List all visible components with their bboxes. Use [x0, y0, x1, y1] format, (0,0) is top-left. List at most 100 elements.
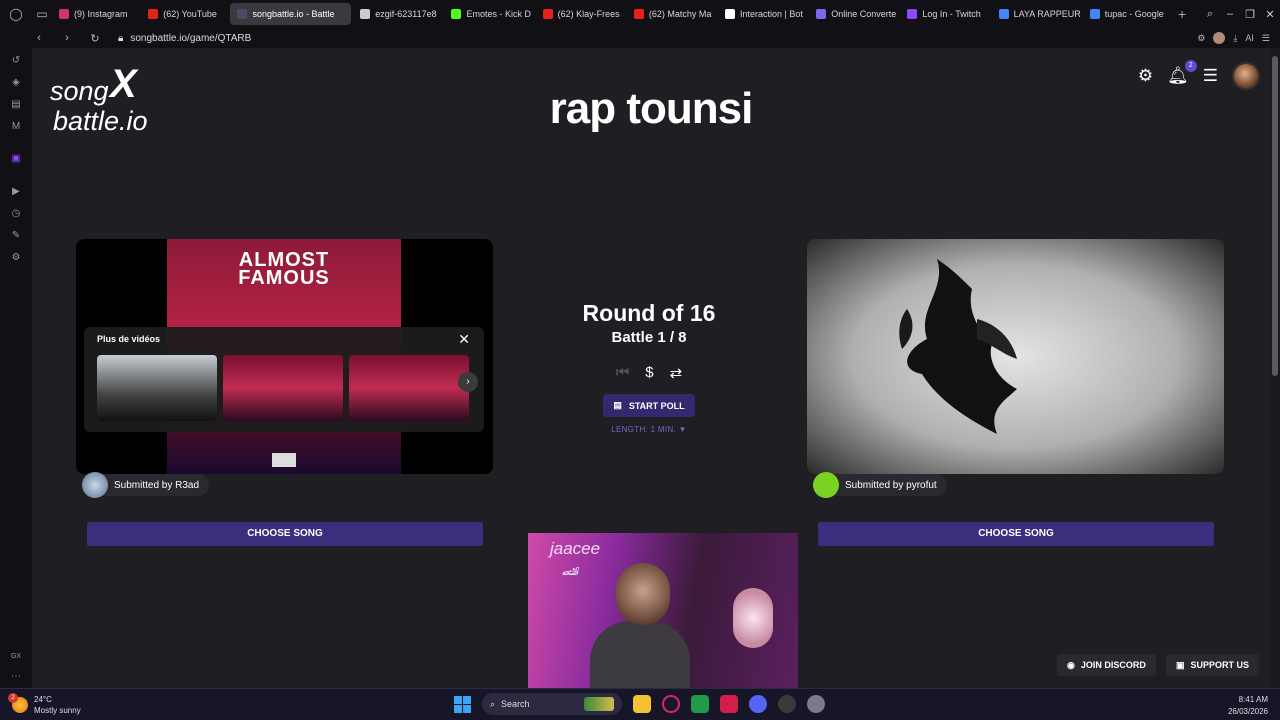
choose-right-song-button[interactable]: CHOOSE SONG [818, 522, 1214, 546]
search-tabs-icon[interactable]: ⌕ [1200, 8, 1220, 21]
submitter-text: Submitted by R3ad [114, 479, 200, 491]
address-bar: ‹ › ↻ 🔒︎ songbattle.io/game/QTARB ⚙︎ ⤓ A… [0, 28, 1280, 48]
menu-icon[interactable]: ☰ [1203, 66, 1218, 86]
app-icon[interactable] [807, 695, 825, 713]
webcam-name: jaacee [550, 539, 601, 558]
page-scrollbar[interactable] [1270, 48, 1280, 688]
right-video-player[interactable] [807, 239, 1224, 474]
browser-tab[interactable]: tupac - Google [1083, 3, 1172, 25]
browser-tab[interactable]: (9) Instagram [52, 3, 139, 25]
join-discord-button[interactable]: ◉ JOIN DISCORD [1057, 654, 1156, 676]
browser-tab[interactable]: (62) Klay-Frees [536, 3, 625, 25]
tab-menu-icon[interactable]: ▭ [32, 0, 52, 28]
ai-button[interactable]: AI [1245, 33, 1254, 43]
bag-icon[interactable]: ◈ [9, 76, 23, 90]
tab-label: ezgif-623117e8 [375, 9, 437, 19]
right-submitter: Submitted by pyrofut [813, 472, 947, 498]
sun-icon: 2 [8, 693, 28, 713]
browser-tab[interactable]: LAYA RAPPEUR [992, 3, 1081, 25]
flowers [733, 588, 773, 648]
search-highlight-icon [584, 697, 614, 711]
clock[interactable]: 8:41 AM 26/03/2026 [1228, 694, 1268, 718]
poll-icon: ▤ [613, 400, 622, 410]
news-icon[interactable]: ▤ [9, 98, 23, 112]
maximize-button[interactable]: ❐ [1240, 8, 1260, 21]
advisory-label [272, 453, 296, 467]
close-icon[interactable]: ✕ [458, 331, 470, 348]
reload-button[interactable]: ↻ [86, 32, 104, 45]
battle-info: Round of 16 Battle 1 / 8 ⏮ $ ⇄ ▤ START P… [549, 300, 749, 434]
start-poll-button[interactable]: ▤ START POLL [603, 394, 695, 417]
browser-tab[interactable]: songbattle.io - Battle [230, 3, 352, 25]
start-poll-label: START POLL [628, 400, 685, 411]
support-us-label: SUPPORT US [1190, 660, 1250, 670]
tab-label: (9) Instagram [74, 9, 128, 19]
browser-tab[interactable]: Interaction | Bot [718, 3, 807, 25]
player-icon[interactable]: ▶ [9, 185, 23, 199]
url-text: songbattle.io/game/QTARB [130, 32, 252, 44]
file-explorer-icon[interactable] [633, 695, 651, 713]
video-thumbnail[interactable] [349, 355, 469, 421]
opera-gx-taskbar-icon[interactable] [662, 695, 680, 713]
obs-icon[interactable] [778, 695, 796, 713]
more-icon[interactable]: ⋯ [9, 670, 23, 684]
history-icon[interactable]: ◷ [9, 207, 23, 221]
browser-tab[interactable]: (62) YouTube [141, 3, 228, 25]
length-dropdown[interactable]: LENGTH: 1 MIN. ▼ [549, 425, 749, 434]
start-button[interactable] [454, 695, 471, 713]
taskbar-search[interactable]: ⌕ Search [482, 693, 622, 715]
gx-corner-icon[interactable]: ↺ [9, 54, 23, 68]
date: 26/03/2026 [1227, 707, 1268, 716]
new-tab-button[interactable]: + [1172, 6, 1192, 22]
user-avatar[interactable] [1232, 62, 1260, 90]
weather-widget[interactable]: 2 24°C Mostly sunny [8, 693, 81, 716]
forward-button[interactable]: › [58, 32, 76, 44]
download-icon[interactable]: ⤓ [1233, 33, 1237, 44]
songbattle-taskbar-icon[interactable] [720, 695, 738, 713]
video-thumbnail[interactable] [97, 355, 217, 421]
browser-menu-icon[interactable]: ☰ [1262, 33, 1270, 44]
instagram-icon [59, 9, 69, 19]
browser-tab[interactable]: ezgif-623117e8 [353, 3, 442, 25]
kick-icon [451, 9, 462, 19]
settings-sidebar-icon[interactable]: ⚙ [9, 251, 23, 265]
gx-label: GX [10, 653, 22, 660]
support-us-button[interactable]: ▣ SUPPORT US [1166, 654, 1260, 676]
converter-icon [816, 9, 827, 19]
profile-small-avatar[interactable] [1213, 32, 1226, 44]
extensions-icon[interactable]: ⚙︎ [1197, 33, 1205, 44]
browser-tab[interactable]: (62) Matchy Ma [627, 3, 716, 25]
opera-gx-icon[interactable]: ◯ [0, 0, 32, 28]
dollar-icon[interactable]: $ [645, 364, 653, 382]
choose-left-song-button[interactable]: CHOOSE SONG [87, 522, 483, 546]
tab-label: (62) Matchy Ma [648, 9, 712, 19]
left-video-player[interactable]: ALMOST FAMOUS Plus de vidéos ✕ › [76, 239, 493, 474]
browser-tab[interactable]: Emotes - Kick D [444, 3, 533, 25]
bell-icon[interactable]: 🔔︎ 2 [1167, 60, 1197, 86]
url-field[interactable]: 🔒︎ songbattle.io/game/QTARB [118, 33, 251, 44]
previous-icon[interactable]: ⏮ [616, 364, 630, 382]
weather-condition: Mostly sunny [34, 706, 81, 715]
page-content: song X battle.io rap tounsi ⚙ 🔔︎ 2 ☰ ALMO… [32, 48, 1270, 688]
video-thumbnail[interactable] [223, 355, 343, 421]
browser-tab[interactable]: Online Converte [809, 3, 898, 25]
round-label: Round of 16 [582, 300, 716, 326]
close-window-button[interactable]: ✕ [1260, 8, 1280, 21]
discord-taskbar-icon[interactable] [749, 695, 767, 713]
media-player-icon[interactable] [691, 695, 709, 713]
minimize-button[interactable]: – [1220, 8, 1240, 20]
twitch-icon[interactable]: ▣ [9, 152, 23, 166]
browser-tab[interactable]: Log In - Twitch [900, 3, 989, 25]
shuffle-icon[interactable]: ⇄ [670, 364, 683, 382]
scroll-thumb[interactable] [1272, 56, 1278, 376]
weather-badge: 2 [8, 693, 18, 703]
extensions-sidebar-icon[interactable]: ✎ [9, 229, 23, 243]
submitter-avatar [813, 472, 839, 498]
back-button[interactable]: ‹ [30, 32, 48, 44]
tab-label: (62) YouTube [163, 9, 217, 19]
settings-icon[interactable]: ⚙ [1138, 66, 1153, 86]
submitter-avatar [82, 472, 108, 498]
chevron-right-icon[interactable]: › [458, 372, 478, 392]
google-icon [998, 9, 1009, 19]
m-icon[interactable]: M [9, 120, 23, 134]
